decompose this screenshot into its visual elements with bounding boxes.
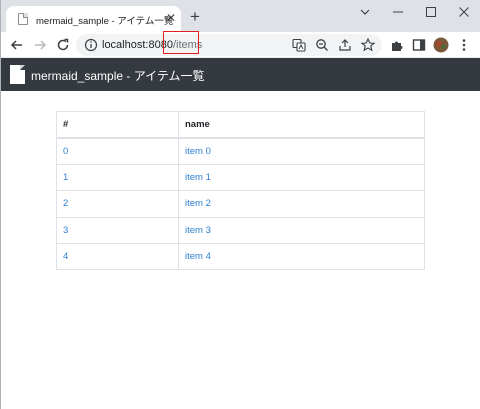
browser-toolbar: localhost:8080/items	[0, 32, 480, 58]
table-cell-id: 0	[56, 137, 179, 165]
item-id-link[interactable]: 1	[63, 172, 68, 183]
page-icon	[18, 13, 28, 25]
item-name-link[interactable]: item 3	[185, 225, 211, 236]
item-name-link[interactable]: item 4	[185, 251, 211, 262]
extensions-puzzle-icon[interactable]	[389, 37, 405, 53]
tab-search-chevron-icon[interactable]	[354, 4, 376, 20]
table-cell-id: 1	[56, 163, 179, 192]
zoom-out-icon[interactable]	[314, 37, 330, 53]
bookmark-star-icon[interactable]	[360, 37, 376, 53]
table-cell-name: item 2	[178, 190, 425, 218]
main-content: # name 0 item 0 1 item 1 2 item 2 3 item…	[0, 91, 480, 409]
reload-icon[interactable]	[55, 37, 71, 53]
item-id-link[interactable]: 3	[63, 225, 68, 236]
table-cell-id: 3	[56, 216, 179, 244]
table-row: 0 item 0	[56, 137, 425, 165]
column-header-id: #	[56, 110, 179, 139]
item-id-link[interactable]: 2	[63, 198, 68, 209]
item-id-link[interactable]: 4	[63, 251, 68, 262]
close-window-icon[interactable]	[453, 4, 475, 20]
items-table: # name 0 item 0 1 item 1 2 item 2 3 item…	[56, 110, 425, 271]
table-cell-name: item 3	[178, 216, 425, 244]
tab-title: mermaid_sample - アイテム一覧	[36, 16, 174, 27]
table-cell-name: item 0	[178, 137, 425, 165]
item-name-link[interactable]: item 2	[185, 198, 211, 209]
table-cell-id: 2	[56, 190, 179, 218]
back-arrow-icon[interactable]	[9, 37, 25, 53]
profile-avatar[interactable]	[433, 37, 449, 53]
item-id-link[interactable]: 0	[63, 146, 68, 157]
url-path-highlight-box	[163, 31, 199, 54]
window-border	[0, 0, 1, 409]
tab-strip: mermaid_sample - アイテム一覧 ✕ +	[0, 0, 480, 32]
address-bar[interactable]: localhost:8080/items	[76, 34, 382, 56]
table-row: 2 item 2	[56, 190, 425, 218]
table-cell-name: item 4	[178, 242, 425, 271]
more-menu-icon[interactable]	[456, 37, 472, 53]
site-info-icon[interactable]	[83, 37, 99, 53]
document-icon	[10, 65, 25, 84]
table-header-row: # name	[56, 110, 425, 139]
app-navbar: mermaid_sample - アイテム一覧	[0, 58, 480, 91]
table-cell-id: 4	[56, 242, 179, 271]
item-name-link[interactable]: item 1	[185, 172, 211, 183]
tab-close-button[interactable]: ✕	[164, 11, 178, 25]
new-tab-button[interactable]: +	[187, 8, 203, 25]
column-header-name: name	[178, 110, 425, 139]
forward-arrow-icon[interactable]	[32, 37, 48, 53]
side-panel-icon[interactable]	[411, 37, 427, 53]
table-row: 4 item 4	[56, 242, 425, 271]
navbar-brand[interactable]: mermaid_sample - アイテム一覧	[31, 67, 205, 84]
minimize-icon[interactable]	[387, 4, 409, 20]
maximize-icon[interactable]	[420, 4, 442, 20]
table-row: 1 item 1	[56, 163, 425, 192]
table-row: 3 item 3	[56, 216, 425, 244]
table-cell-name: item 1	[178, 163, 425, 192]
translate-icon[interactable]	[291, 37, 307, 53]
browser-tab[interactable]: mermaid_sample - アイテム一覧 ✕	[6, 6, 181, 32]
share-icon[interactable]	[337, 37, 353, 53]
item-name-link[interactable]: item 0	[185, 146, 211, 157]
